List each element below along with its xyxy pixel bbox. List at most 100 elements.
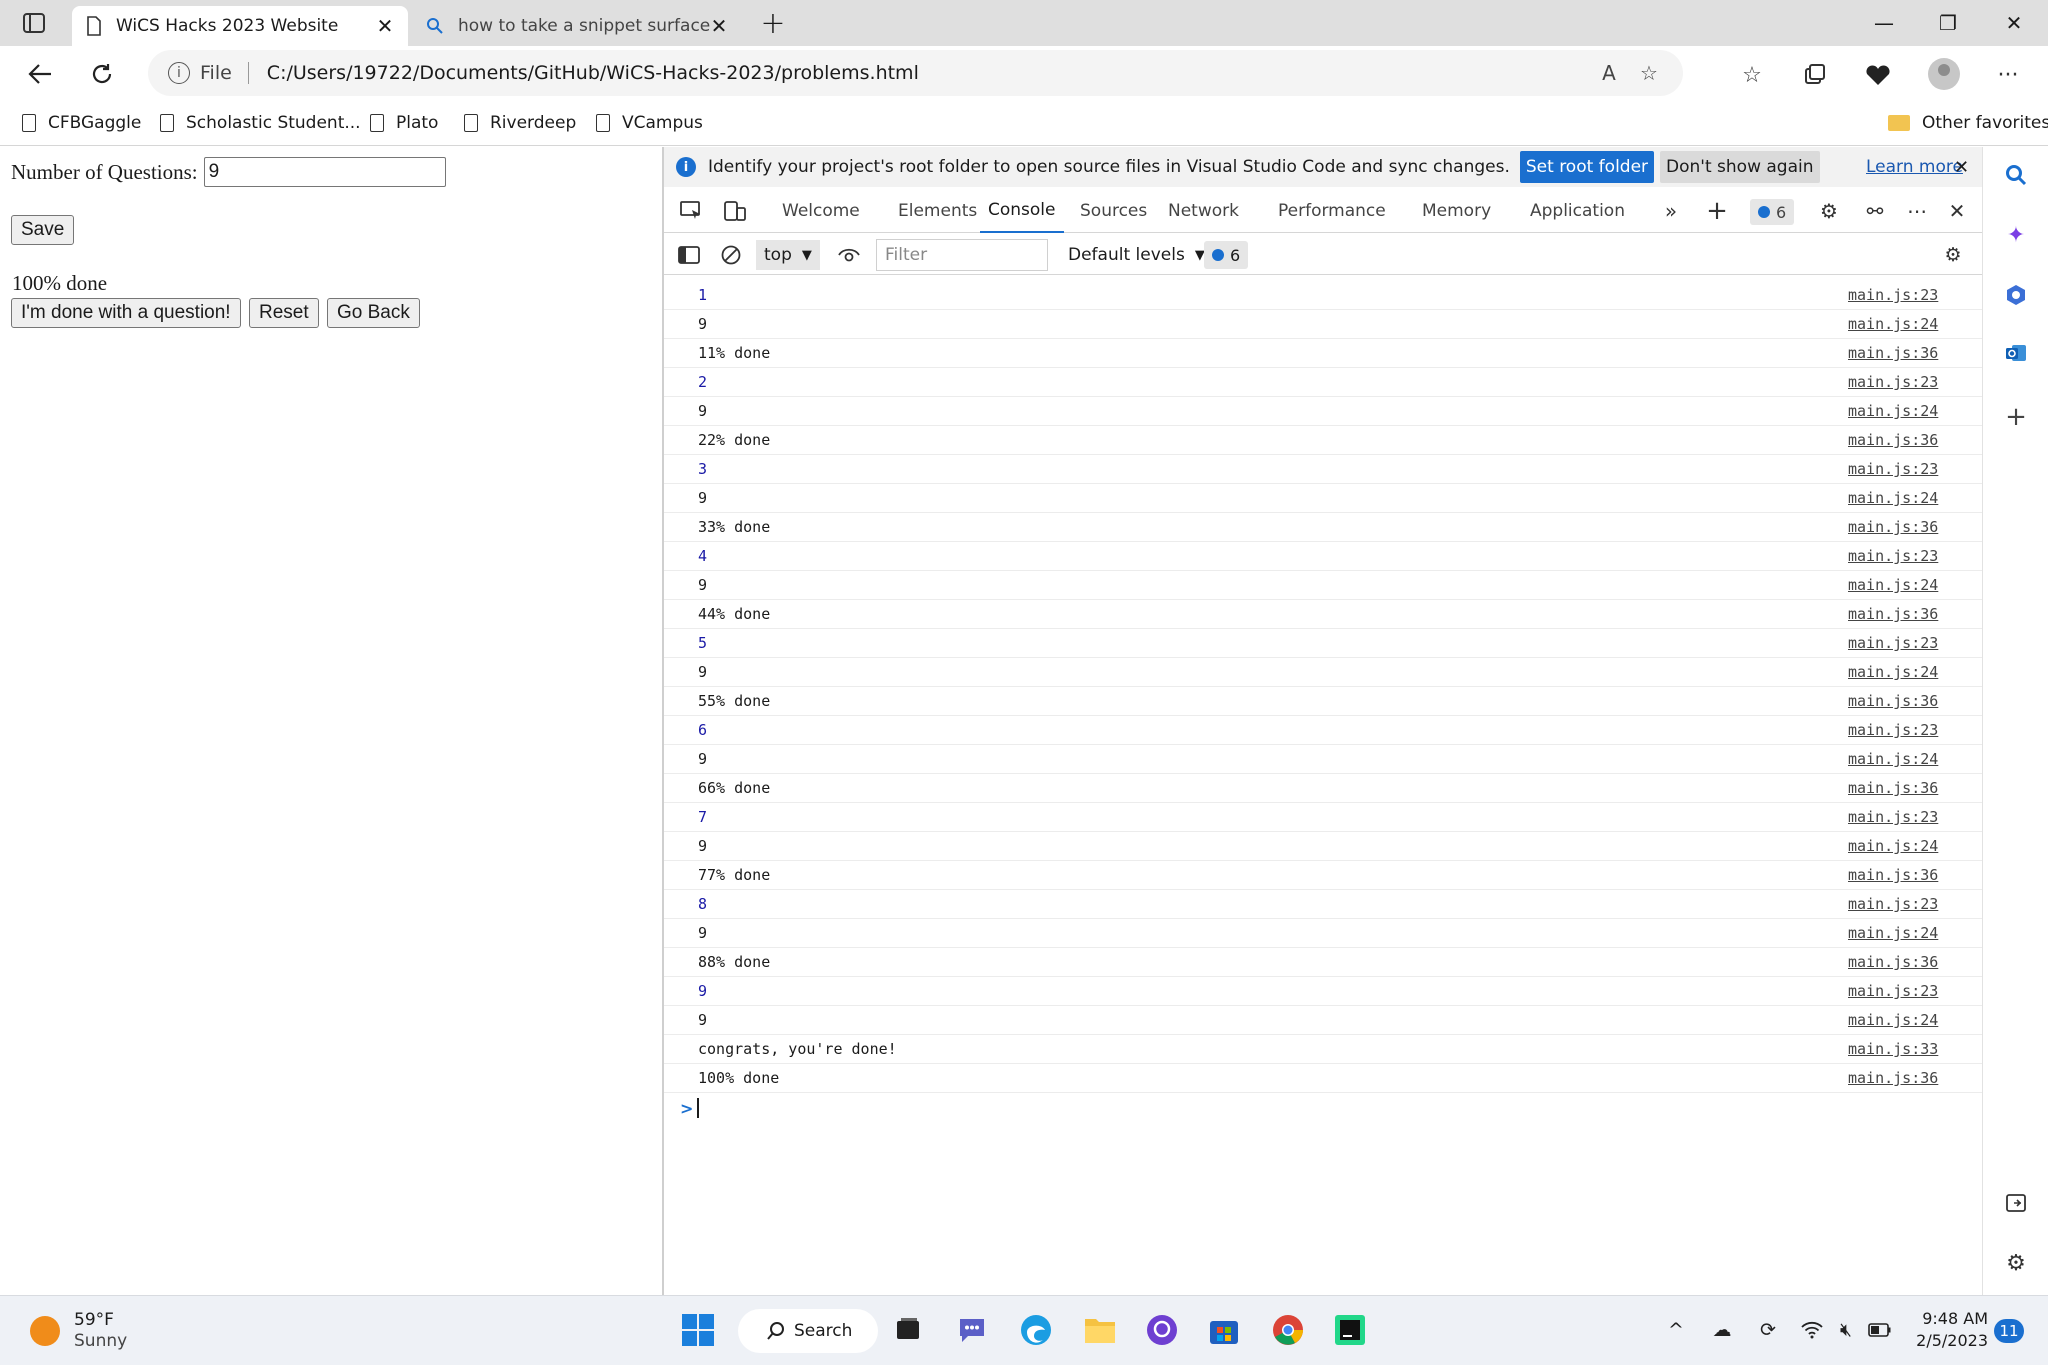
inspect-element-icon[interactable]: [676, 197, 706, 225]
battery-icon[interactable]: [1866, 1316, 1894, 1344]
go-back-button[interactable]: Go Back: [327, 298, 420, 328]
close-tab-icon[interactable]: ✕: [710, 14, 728, 38]
back-arrow-icon[interactable]: [22, 57, 58, 91]
console-source-link[interactable]: main.js:24: [1848, 576, 1938, 594]
console-source-link[interactable]: main.js:23: [1848, 634, 1938, 652]
console-source-link[interactable]: main.js:36: [1848, 692, 1938, 710]
tab-search[interactable]: how to take a snippet surface pro ✕: [412, 6, 742, 46]
console-source-link[interactable]: main.js:24: [1848, 750, 1938, 768]
tab-sources[interactable]: Sources: [1080, 189, 1147, 233]
console-source-link[interactable]: main.js:36: [1848, 431, 1938, 449]
teams-chat-icon[interactable]: [952, 1310, 992, 1350]
console-settings-gear-icon[interactable]: ⚙: [1938, 241, 1968, 269]
console-source-link[interactable]: main.js:24: [1848, 663, 1938, 681]
clion-icon[interactable]: [1330, 1310, 1370, 1350]
volume-muted-icon[interactable]: 🔇︎: [1832, 1316, 1860, 1344]
tab-welcome[interactable]: Welcome: [782, 189, 860, 233]
notification-count-badge[interactable]: 11: [1994, 1319, 2024, 1343]
profile-avatar[interactable]: [1928, 58, 1960, 90]
favorite-link[interactable]: VCampus: [596, 108, 703, 138]
file-explorer-icon[interactable]: [1080, 1310, 1120, 1350]
onedrive-cloud-icon[interactable]: ☁: [1708, 1316, 1736, 1344]
messages-badge[interactable]: 6: [1204, 241, 1249, 269]
office-icon[interactable]: [2002, 281, 2030, 309]
console-filter-input[interactable]: Filter: [876, 239, 1048, 271]
add-favorite-icon[interactable]: ☆: [1629, 56, 1669, 90]
console-source-link[interactable]: main.js:23: [1848, 547, 1938, 565]
browser-essentials-icon[interactable]: [1860, 58, 1896, 92]
start-windows-icon[interactable]: [678, 1310, 718, 1350]
favorite-link[interactable]: Riverdeep: [464, 108, 576, 138]
save-button[interactable]: Save: [11, 215, 75, 245]
console-source-link[interactable]: main.js:24: [1848, 924, 1938, 942]
dont-show-again-button[interactable]: Don't show again: [1660, 151, 1820, 183]
sync-icon[interactable]: ⟳: [1754, 1316, 1782, 1344]
close-infobar-icon[interactable]: ✕: [1954, 157, 1969, 178]
minimize-icon[interactable]: —: [1854, 8, 1914, 38]
customize-icon[interactable]: ⋯: [1902, 197, 1932, 225]
site-info-icon[interactable]: i: [168, 62, 190, 84]
url-text[interactable]: C:/Users/19722/Documents/GitHub/WiCS-Hac…: [267, 62, 1589, 84]
console-source-link[interactable]: main.js:23: [1848, 460, 1938, 478]
console-source-link[interactable]: main.js:33: [1848, 1040, 1938, 1058]
context-select[interactable]: top ▼: [756, 240, 820, 270]
console-source-link[interactable]: main.js:24: [1848, 315, 1938, 333]
close-window-icon[interactable]: ✕: [1984, 8, 2044, 38]
address-bar[interactable]: i File C:/Users/19722/Documents/GitHub/W…: [148, 50, 1683, 96]
sidebar-toggle-icon[interactable]: [674, 241, 704, 269]
tab-actions-icon[interactable]: [18, 10, 50, 36]
edge-browser-icon[interactable]: [1016, 1310, 1056, 1350]
copilot-sparkle-icon[interactable]: ✦: [2002, 221, 2030, 249]
set-root-folder-button[interactable]: Set root folder: [1519, 151, 1655, 183]
favorite-link[interactable]: CFBGaggle: [22, 108, 141, 138]
new-tab-button[interactable]: +: [758, 6, 788, 41]
console-source-link[interactable]: main.js:36: [1848, 866, 1938, 884]
show-hidden-icons-chevron-up-icon[interactable]: ^: [1662, 1316, 1690, 1344]
add-tool-icon[interactable]: +: [1702, 196, 1732, 226]
collections-icon[interactable]: [1796, 58, 1832, 92]
favorite-link[interactable]: Scholastic Student...: [160, 108, 361, 138]
weather-widget[interactable]: 59°F Sunny: [30, 1310, 127, 1352]
console-source-link[interactable]: main.js:36: [1848, 1069, 1938, 1087]
more-options-icon[interactable]: ···: [1990, 58, 2026, 92]
console-source-link[interactable]: main.js:23: [1848, 982, 1938, 1000]
reset-button[interactable]: Reset: [249, 298, 319, 328]
restore-icon[interactable]: ❐: [1918, 8, 1978, 38]
learn-more-link[interactable]: Learn more: [1866, 157, 1963, 177]
questions-input[interactable]: 9: [203, 157, 446, 187]
hide-sidebar-icon[interactable]: [2002, 1189, 2030, 1217]
console-source-link[interactable]: main.js:23: [1848, 808, 1938, 826]
sidebar-settings-gear-icon[interactable]: ⚙: [2002, 1249, 2030, 1277]
console-source-link[interactable]: main.js:23: [1848, 721, 1938, 739]
console-prompt[interactable]: >: [664, 1093, 1982, 1123]
search-icon[interactable]: [2002, 161, 2030, 189]
microsoft-store-icon[interactable]: [1204, 1310, 1244, 1350]
outlook-icon[interactable]: [2002, 339, 2030, 367]
close-devtools-icon[interactable]: ✕: [1942, 197, 1972, 225]
taskbar-search[interactable]: Search: [738, 1309, 878, 1353]
live-expression-eye-icon[interactable]: [834, 241, 864, 269]
done-question-button[interactable]: I'm done with a question!: [11, 298, 241, 328]
issues-badge[interactable]: 6: [1750, 199, 1795, 225]
favorites-icon[interactable]: ☆: [1734, 58, 1770, 92]
add-sidebar-app-icon[interactable]: +: [2002, 402, 2030, 432]
task-view-icon[interactable]: [888, 1310, 928, 1350]
read-aloud-icon[interactable]: A: [1589, 56, 1629, 90]
console-source-link[interactable]: main.js:24: [1848, 837, 1938, 855]
console-source-link[interactable]: main.js:23: [1848, 895, 1938, 913]
connect-icon[interactable]: ⚯: [1860, 197, 1890, 225]
console-source-link[interactable]: main.js:36: [1848, 518, 1938, 536]
tab-application[interactable]: Application: [1530, 189, 1625, 233]
refresh-icon[interactable]: [84, 57, 120, 91]
wifi-icon[interactable]: [1798, 1316, 1826, 1344]
console-source-link[interactable]: main.js:36: [1848, 344, 1938, 362]
console-source-link[interactable]: main.js:24: [1848, 402, 1938, 420]
clock[interactable]: 9:48 AM 2/5/2023: [1912, 1308, 1988, 1352]
console-source-link[interactable]: main.js:23: [1848, 373, 1938, 391]
tab-network[interactable]: Network: [1168, 189, 1239, 233]
device-emulation-icon[interactable]: [720, 197, 750, 225]
tab-console[interactable]: Console: [980, 189, 1064, 233]
console-source-link[interactable]: main.js:36: [1848, 953, 1938, 971]
console-source-link[interactable]: main.js:24: [1848, 489, 1938, 507]
github-desktop-icon[interactable]: [1142, 1310, 1182, 1350]
